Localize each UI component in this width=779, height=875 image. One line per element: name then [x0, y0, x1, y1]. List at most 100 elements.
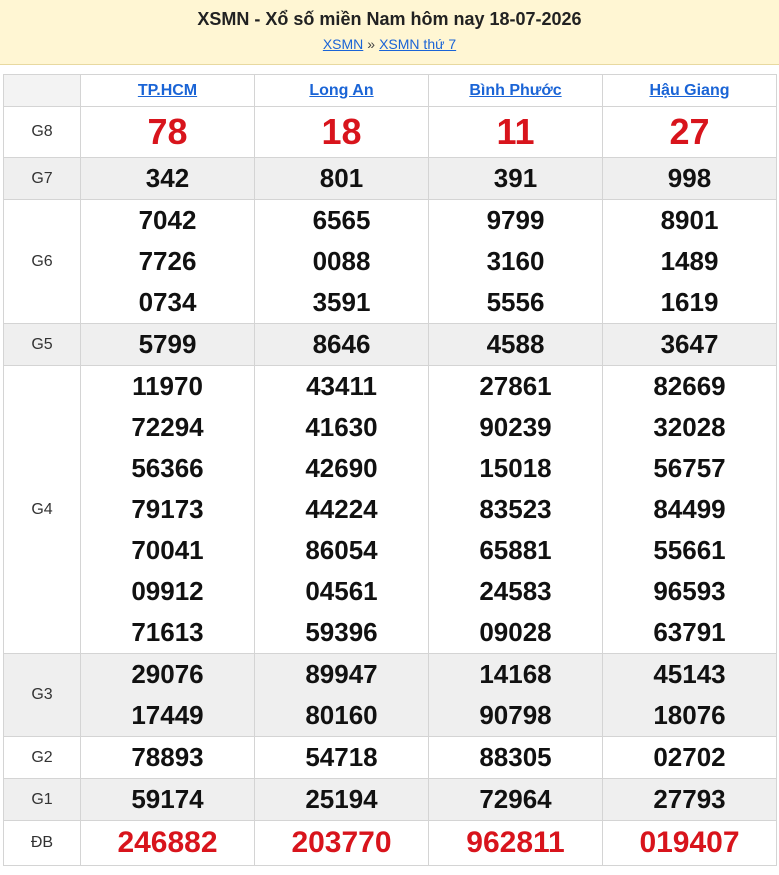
prize-label: G8 — [3, 106, 81, 158]
prize-cell: 342 — [80, 157, 255, 200]
prize-number: 55661 — [653, 535, 726, 565]
header-corner-cell — [3, 74, 81, 107]
prize-number: 59396 — [305, 617, 378, 647]
prize-cell: 82669 32028 56757 84499 55661 96593 63791 — [602, 365, 777, 654]
prize-number: 96593 — [653, 576, 726, 606]
prize-row: G4 11970 72294 56366 79173 70041 09912 71613 434… — [3, 365, 777, 654]
prize-number: 42690 — [305, 453, 378, 483]
province-header-cell: Bình Phước — [428, 74, 603, 107]
prize-number: 43411 — [306, 371, 377, 401]
prize-cell: 7042 7726 0734 — [80, 199, 255, 324]
prize-cell: 246882 — [80, 820, 255, 866]
prize-cell: 72964 — [428, 778, 603, 821]
prize-cell: 962811 — [428, 820, 603, 866]
prize-number: 24583 — [479, 576, 552, 606]
prize-number: 44224 — [305, 494, 378, 524]
prize-number: 17449 — [131, 700, 204, 730]
prize-number: 56366 — [131, 453, 204, 483]
province-link-long-an[interactable]: Long An — [309, 82, 373, 99]
prize-number: 63791 — [653, 617, 726, 647]
prize-number: 27 — [669, 111, 710, 152]
prize-row: G8 78 18 11 27 — [3, 106, 777, 158]
prize-number: 15018 — [479, 453, 552, 483]
prize-number: 7726 — [138, 246, 197, 276]
prize-number: 29076 — [131, 659, 204, 689]
prize-number: 801 — [319, 163, 364, 193]
prize-cell: 391 — [428, 157, 603, 200]
prize-cell: 27793 — [602, 778, 777, 821]
page-title: XSMN - Xổ số miền Nam hôm nay 18-07-2026 — [197, 9, 582, 29]
prize-number: 203770 — [291, 826, 392, 859]
prize-number: 86054 — [305, 535, 378, 565]
prize-cell: 8901 1489 1619 — [602, 199, 777, 324]
province-link-binh-phuoc[interactable]: Bình Phước — [469, 82, 561, 99]
prize-cell: 3647 — [602, 323, 777, 366]
prize-number: 89947 — [305, 659, 378, 689]
prize-number: 32028 — [653, 412, 726, 442]
prize-cell: 27861 90239 15018 83523 65881 24583 09028 — [428, 365, 603, 654]
prize-number: 65881 — [479, 535, 552, 565]
prize-number: 90798 — [479, 700, 552, 730]
prize-number: 78 — [147, 111, 188, 152]
prize-number: 9799 — [486, 205, 545, 235]
prize-number: 25194 — [305, 784, 378, 814]
prize-cell: 89947 80160 — [254, 653, 429, 737]
prize-cell: 14168 90798 — [428, 653, 603, 737]
breadcrumb-link-xsmn-thu-7[interactable]: XSMN thứ 7 — [379, 36, 456, 52]
prize-number: 14168 — [479, 659, 552, 689]
province-header-cell: Hậu Giang — [602, 74, 777, 107]
prize-number: 71613 — [131, 617, 204, 647]
prize-row: G1 59174 25194 72964 27793 — [3, 778, 777, 821]
prize-number: 02702 — [653, 742, 726, 772]
prize-number: 7042 — [138, 205, 197, 235]
prize-cell: 6565 0088 3591 — [254, 199, 429, 324]
prize-cell: 5799 — [80, 323, 255, 366]
prize-cell: 54718 — [254, 736, 429, 779]
prize-number: 11 — [496, 111, 535, 152]
prize-number: 1489 — [660, 246, 719, 276]
prize-number: 83523 — [479, 494, 552, 524]
prize-number: 72964 — [479, 784, 552, 814]
results-table: TP.HCM Long An Bình Phước Hậu Giang G8 78… — [3, 74, 777, 866]
prize-label: ĐB — [3, 820, 81, 866]
breadcrumb: XSMN» XSMN thứ 7 — [0, 36, 779, 52]
prize-cell: 02702 — [602, 736, 777, 779]
province-header-row: TP.HCM Long An Bình Phước Hậu Giang — [3, 74, 777, 107]
prize-number: 5556 — [486, 287, 545, 317]
breadcrumb-separator: » — [367, 36, 376, 52]
prize-number: 27793 — [653, 784, 726, 814]
page-header: XSMN - Xổ số miền Nam hôm nay 18-07-2026… — [0, 0, 779, 65]
prize-cell: 78 — [80, 106, 255, 158]
prize-number: 72294 — [131, 412, 204, 442]
prize-number: 246882 — [117, 826, 218, 859]
prize-cell: 59174 — [80, 778, 255, 821]
prize-label: G4 — [3, 365, 81, 654]
prize-number: 70041 — [131, 535, 204, 565]
province-link-tp-hcm[interactable]: TP.HCM — [138, 82, 197, 99]
province-header-cell: Long An — [254, 74, 429, 107]
prize-row: G7 342 801 391 998 — [3, 157, 777, 200]
prize-number: 8901 — [660, 205, 719, 235]
prize-number: 04561 — [305, 576, 378, 606]
prize-number: 3647 — [660, 329, 719, 359]
prize-number: 342 — [145, 163, 190, 193]
breadcrumb-link-xsmn[interactable]: XSMN — [323, 36, 363, 52]
prize-cell: 11970 72294 56366 79173 70041 09912 71613 — [80, 365, 255, 654]
prize-number: 59174 — [131, 784, 204, 814]
prize-cell: 29076 17449 — [80, 653, 255, 737]
prize-number: 90239 — [479, 412, 552, 442]
prize-number: 0088 — [312, 246, 371, 276]
prize-number: 3591 — [312, 287, 371, 317]
prize-number: 09912 — [131, 576, 204, 606]
prize-row: G5 5799 8646 4588 3647 — [3, 323, 777, 366]
prize-number: 79173 — [131, 494, 204, 524]
prize-number: 998 — [667, 163, 712, 193]
province-link-hau-giang[interactable]: Hậu Giang — [649, 82, 729, 99]
prize-label: G6 — [3, 199, 81, 324]
prize-number: 1619 — [660, 287, 719, 317]
prize-cell: 45143 18076 — [602, 653, 777, 737]
prize-number: 8646 — [312, 329, 371, 359]
prize-number: 54718 — [305, 742, 378, 772]
prize-number: 4588 — [486, 329, 545, 359]
prize-cell: 25194 — [254, 778, 429, 821]
